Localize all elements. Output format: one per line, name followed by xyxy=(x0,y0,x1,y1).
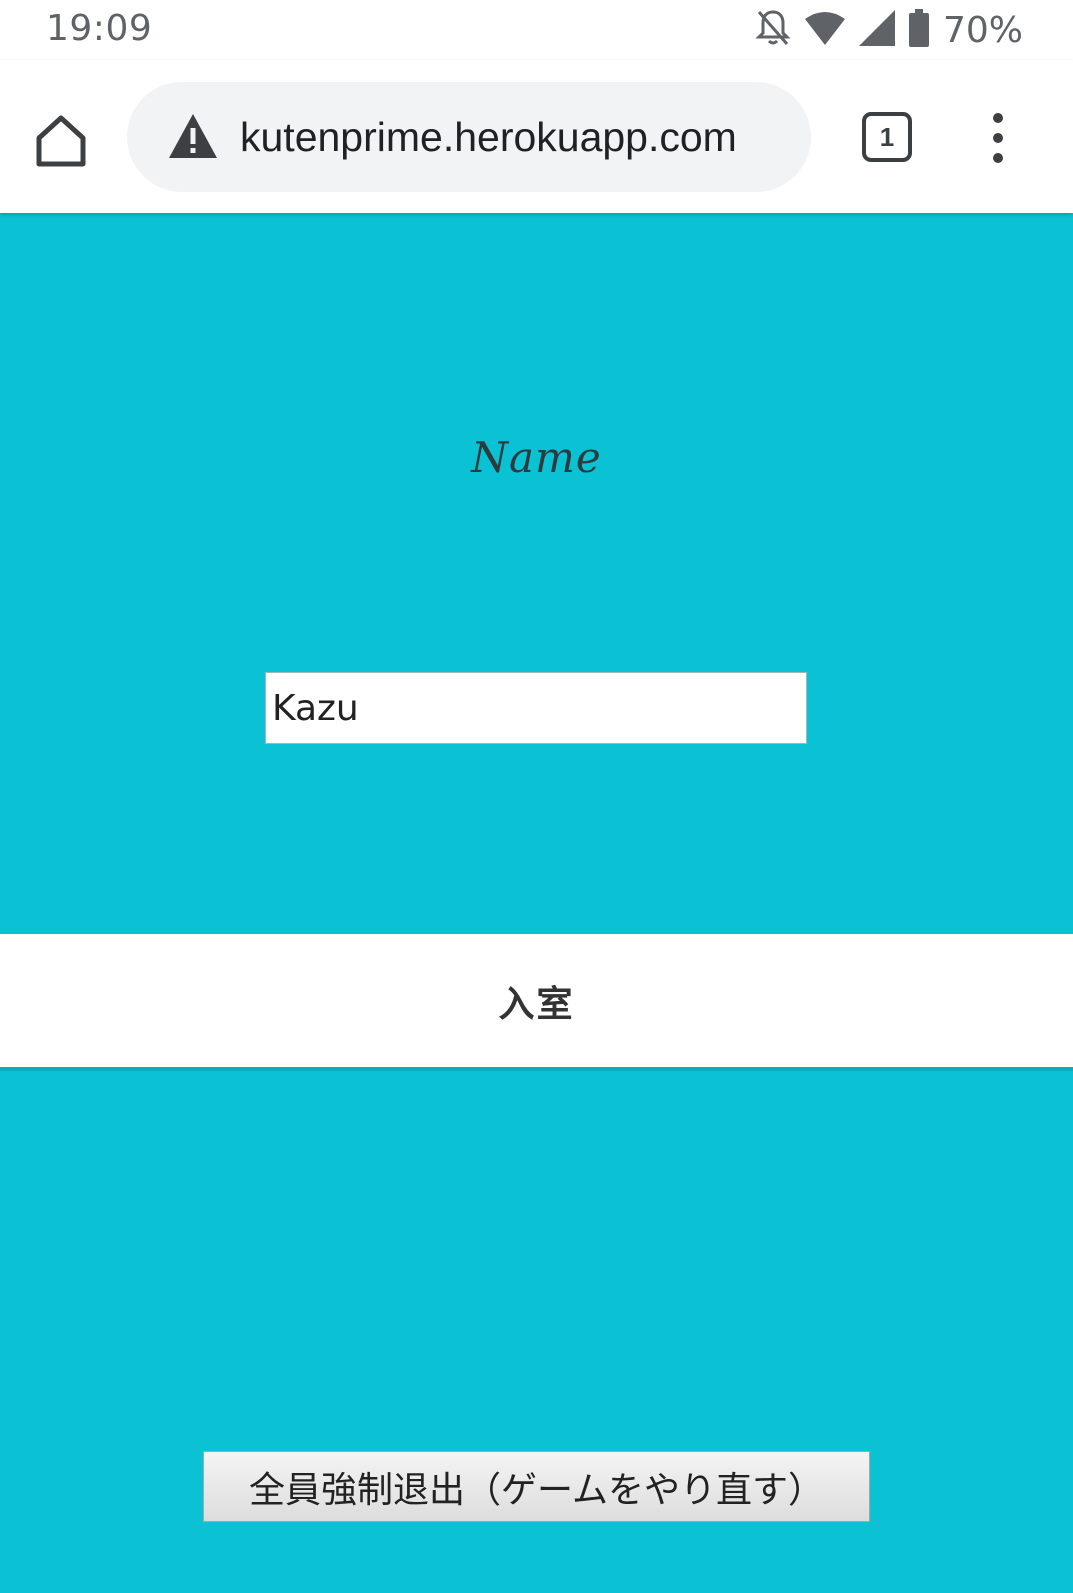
cell-signal-icon xyxy=(858,10,895,50)
status-bar: 19:09 70% xyxy=(0,0,1073,60)
battery-percent: 70% xyxy=(942,9,1023,51)
enter-room-label: 入室 xyxy=(498,983,575,1025)
enter-room-button[interactable]: 入室 xyxy=(0,934,1073,1071)
more-vert-icon xyxy=(993,113,1003,163)
battery-icon xyxy=(908,9,929,51)
more-menu-button[interactable] xyxy=(978,112,1018,164)
name-input[interactable] xyxy=(265,672,807,744)
page-content: Name 入室 全員強制退出（ゲームをやり直す） xyxy=(0,213,1073,1593)
address-bar[interactable]: kutenprime.herokuapp.com xyxy=(127,82,811,192)
home-icon xyxy=(36,115,86,167)
status-icons: 70% xyxy=(755,6,1023,54)
force-exit-all-button[interactable]: 全員強制退出（ゲームをやり直す） xyxy=(203,1451,870,1522)
notifications-off-icon xyxy=(755,8,791,52)
browser-toolbar: kutenprime.herokuapp.com 1 xyxy=(0,60,1073,213)
tab-count: 1 xyxy=(879,121,895,152)
url-text[interactable]: kutenprime.herokuapp.com xyxy=(240,82,796,192)
home-button[interactable] xyxy=(30,110,92,172)
wifi-icon xyxy=(804,11,845,49)
not-secure-warning-icon[interactable] xyxy=(167,112,219,160)
status-time: 19:09 xyxy=(46,8,153,49)
name-label: Name xyxy=(471,433,602,482)
tab-switcher-button[interactable]: 1 xyxy=(862,112,912,162)
